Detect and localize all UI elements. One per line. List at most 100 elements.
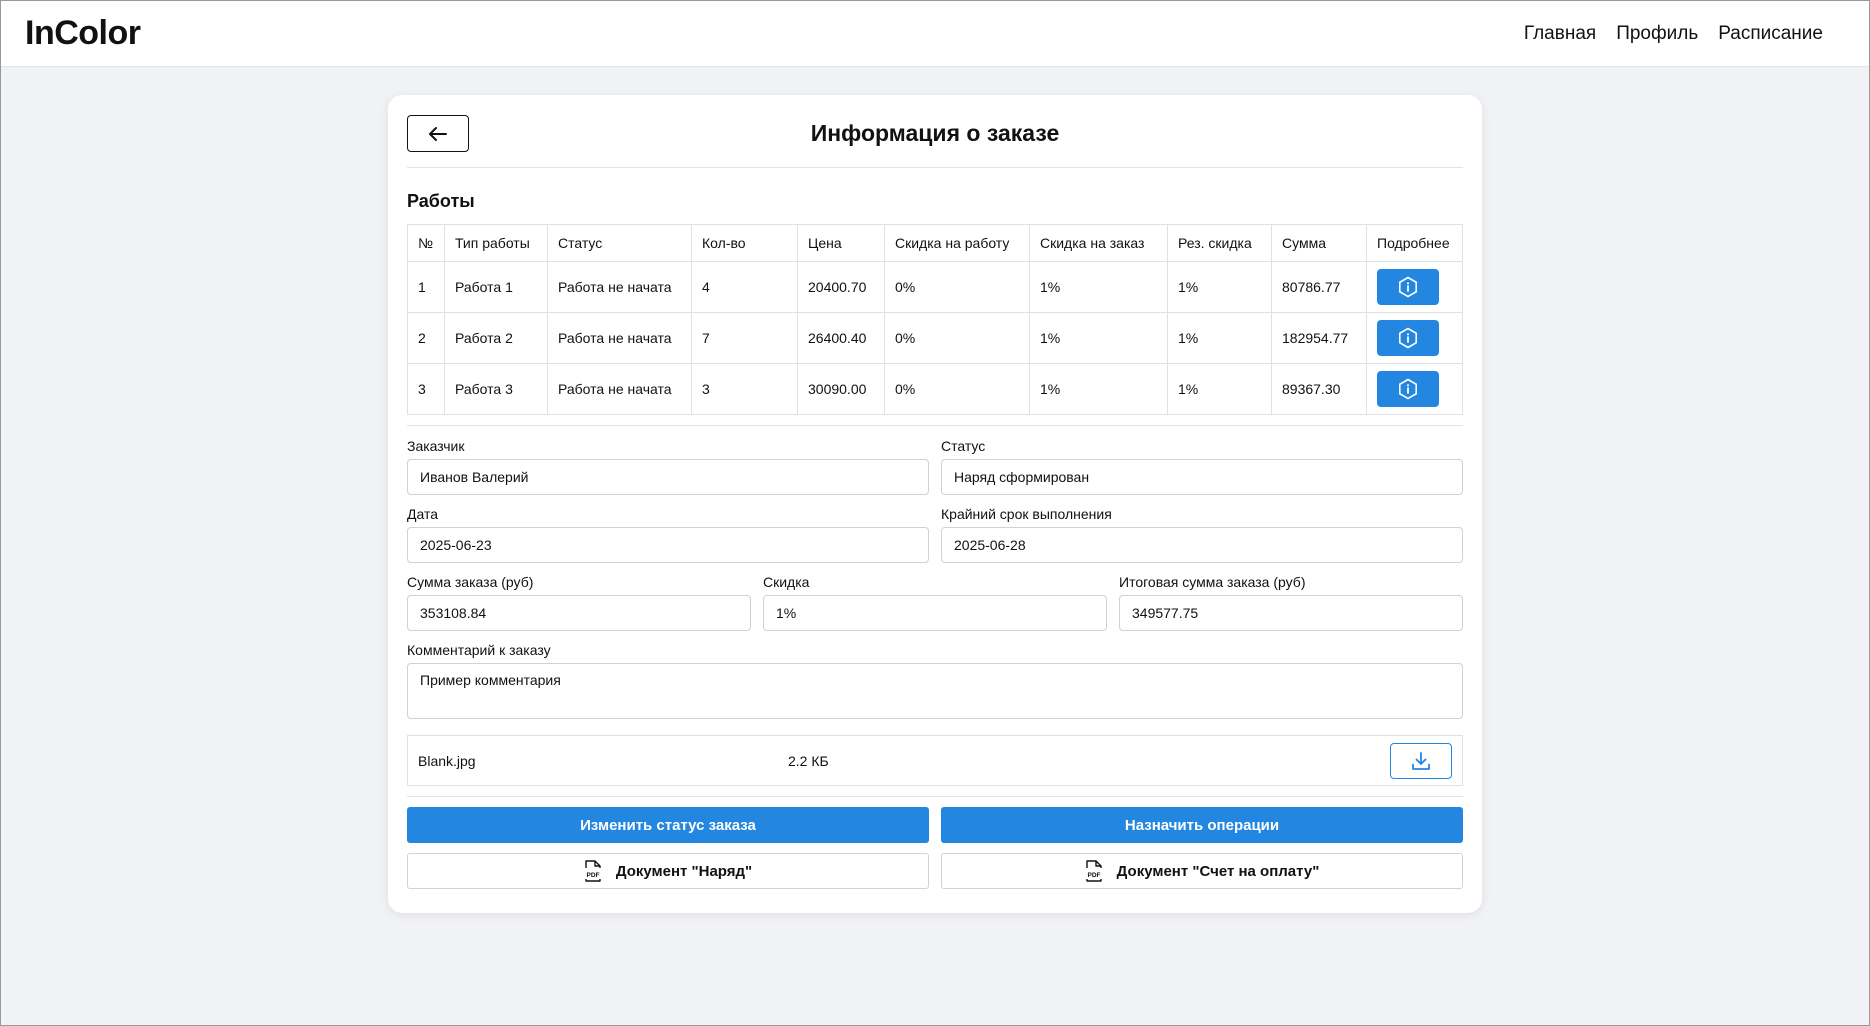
cell-price: 26400.40 (797, 312, 885, 364)
table-row: 1 Работа 1 Работа не начата 4 20400.70 0… (407, 261, 1463, 313)
nav-link-profile[interactable]: Профиль (1616, 23, 1698, 45)
divider (407, 425, 1463, 426)
assign-operations-button[interactable]: Назначить операции (941, 807, 1463, 843)
form-row-dates: Дата Крайний срок выполнения (407, 506, 1463, 563)
details-button[interactable] (1377, 320, 1439, 356)
cell-status: Работа не начата (547, 312, 692, 364)
col-header-type: Тип работы (444, 224, 548, 262)
cell-num: 2 (407, 312, 445, 364)
customer-field-group: Заказчик (407, 438, 929, 495)
cell-type: Работа 3 (444, 363, 548, 415)
nav-link-home[interactable]: Главная (1524, 23, 1596, 45)
customer-field[interactable] (407, 459, 929, 495)
col-header-order-discount: Скидка на заказ (1029, 224, 1168, 262)
cell-qty: 4 (691, 261, 798, 313)
col-header-status: Статус (547, 224, 692, 262)
deadline-field[interactable] (941, 527, 1463, 563)
svg-text:PDF: PDF (1087, 872, 1100, 879)
comment-field-group: Комментарий к заказу Пример комментария (407, 642, 1463, 724)
col-header-num: № (407, 224, 445, 262)
works-table: № Тип работы Статус Кол-во Цена Скидка н… (407, 224, 1463, 415)
back-button[interactable] (407, 115, 469, 152)
comment-label: Комментарий к заказу (407, 642, 551, 658)
card-header: Информация о заказе (407, 115, 1463, 168)
cell-qty: 3 (691, 363, 798, 415)
pdf-file-icon: PDF (585, 860, 601, 882)
col-header-sum: Сумма (1271, 224, 1367, 262)
details-button[interactable] (1377, 371, 1439, 407)
brand-logo[interactable]: InColor (25, 14, 141, 53)
cell-work-discount: 0% (884, 363, 1030, 415)
file-name: Blank.jpg (418, 752, 476, 769)
details-button[interactable] (1377, 269, 1439, 305)
cell-sum: 80786.77 (1271, 261, 1367, 313)
cell-res-discount: 1% (1167, 312, 1272, 364)
status-label: Статус (941, 438, 986, 454)
status-field[interactable] (941, 459, 1463, 495)
discount-label: Скидка (763, 574, 810, 590)
primary-actions: Изменить статус заказа Назначить операци… (407, 807, 1463, 843)
cell-price: 30090.00 (797, 363, 885, 415)
table-row: 2 Работа 2 Работа не начата 7 26400.40 0… (407, 312, 1463, 364)
info-hexagon-icon (1399, 276, 1417, 298)
download-button[interactable] (1390, 742, 1452, 779)
top-navbar: InColor Главная Профиль Расписание (1, 1, 1869, 67)
cell-order-discount: 1% (1029, 312, 1168, 364)
works-section-title: Работы (407, 191, 475, 211)
cell-qty: 7 (691, 312, 798, 364)
doc-invoice-button[interactable]: PDF Документ "Счет на оплату" (941, 853, 1463, 889)
document-actions: PDF Документ "Наряд" PDF Документ "Счет … (407, 853, 1463, 889)
sum-field-group: Сумма заказа (руб) (407, 574, 751, 631)
form-row-customer-status: Заказчик Статус (407, 438, 1463, 495)
info-hexagon-icon (1399, 378, 1417, 400)
cell-details (1366, 363, 1463, 415)
date-field-group: Дата (407, 506, 929, 563)
total-field-group: Итоговая сумма заказа (руб) (1119, 574, 1463, 631)
cell-res-discount: 1% (1167, 363, 1272, 415)
table-header-row: № Тип работы Статус Кол-во Цена Скидка н… (407, 224, 1463, 262)
total-sum-field[interactable] (1119, 595, 1463, 631)
cell-details (1366, 261, 1463, 313)
info-hexagon-icon (1399, 327, 1417, 349)
cell-num: 1 (407, 261, 445, 313)
pdf-file-icon: PDF (1085, 860, 1102, 882)
cell-order-discount: 1% (1029, 261, 1168, 313)
attachment-row: Blank.jpg 2.2 КБ (407, 735, 1463, 786)
change-status-button[interactable]: Изменить статус заказа (407, 807, 929, 843)
svg-text:PDF: PDF (586, 872, 599, 879)
sum-label: Сумма заказа (руб) (407, 574, 534, 590)
comment-field[interactable]: Пример комментария (407, 663, 1463, 719)
col-header-price: Цена (797, 224, 885, 262)
status-field-group: Статус (941, 438, 1463, 495)
form-row-sums: Сумма заказа (руб) Скидка Итоговая сумма… (407, 574, 1463, 631)
cell-type: Работа 1 (444, 261, 548, 313)
col-header-qty: Кол-во (691, 224, 798, 262)
discount-field[interactable] (763, 595, 1107, 631)
order-sum-field[interactable] (407, 595, 751, 631)
cell-work-discount: 0% (884, 312, 1030, 364)
deadline-field-group: Крайний срок выполнения (941, 506, 1463, 563)
doc-order-button[interactable]: PDF Документ "Наряд" (407, 853, 929, 889)
cell-status: Работа не начата (547, 363, 692, 415)
cell-num: 3 (407, 363, 445, 415)
file-size: 2.2 КБ (788, 752, 829, 769)
cell-work-discount: 0% (884, 261, 1030, 313)
col-header-res-discount: Рез. скидка (1167, 224, 1272, 262)
discount-field-group: Скидка (763, 574, 1107, 631)
date-label: Дата (407, 506, 439, 522)
date-field[interactable] (407, 527, 929, 563)
order-info-card: Информация о заказе Работы № Тип работы … (388, 95, 1482, 913)
arrow-left-icon (429, 126, 447, 141)
col-header-details: Подробнее (1366, 224, 1463, 262)
download-icon (1412, 751, 1430, 770)
cell-price: 20400.70 (797, 261, 885, 313)
cell-res-discount: 1% (1167, 261, 1272, 313)
col-header-work-discount: Скидка на работу (884, 224, 1030, 262)
cell-order-discount: 1% (1029, 363, 1168, 415)
cell-sum: 89367.30 (1271, 363, 1367, 415)
main-nav: Главная Профиль Расписание (1524, 23, 1823, 45)
cell-details (1366, 312, 1463, 364)
page-title: Информация о заказе (810, 119, 1060, 146)
divider (407, 796, 1463, 797)
nav-link-schedule[interactable]: Расписание (1718, 23, 1823, 45)
